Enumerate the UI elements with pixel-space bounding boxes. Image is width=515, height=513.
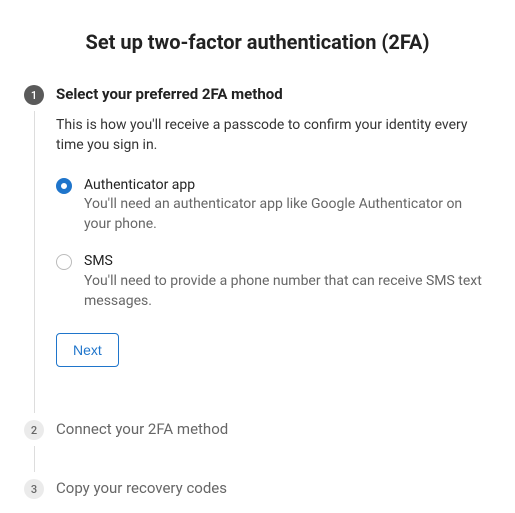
step-3-badge: 3 bbox=[24, 479, 44, 499]
step-1-header: 1 Select your preferred 2FA method bbox=[24, 84, 491, 105]
option-authenticator[interactable]: Authenticator app You'll need an authent… bbox=[56, 176, 491, 235]
step-1-body: This is how you'll receive a passcode to… bbox=[56, 115, 491, 381]
step-1-title: Select your preferred 2FA method bbox=[56, 84, 283, 105]
option-authenticator-label: Authenticator app bbox=[84, 176, 491, 196]
connector-2-3 bbox=[34, 446, 35, 472]
step-1-description: This is how you'll receive a passcode to… bbox=[56, 115, 491, 156]
step-2-badge: 2 bbox=[24, 420, 44, 440]
page-title: Set up two-factor authentication (2FA) bbox=[24, 30, 491, 54]
step-3-header: 3 Copy your recovery codes bbox=[24, 478, 491, 499]
step-2-header: 2 Connect your 2FA method bbox=[24, 419, 491, 440]
radio-sms[interactable] bbox=[56, 254, 72, 270]
radio-authenticator[interactable] bbox=[56, 178, 72, 194]
option-sms-sub: You'll need to provide a phone number th… bbox=[84, 272, 491, 311]
step-2-title: Connect your 2FA method bbox=[56, 419, 228, 440]
step-3-title: Copy your recovery codes bbox=[56, 478, 227, 499]
option-sms[interactable]: SMS You'll need to provide a phone numbe… bbox=[56, 252, 491, 311]
option-sms-label: SMS bbox=[84, 252, 491, 272]
option-authenticator-sub: You'll need an authenticator app like Go… bbox=[84, 195, 491, 234]
step-1-badge: 1 bbox=[24, 85, 44, 105]
next-button[interactable]: Next bbox=[56, 333, 119, 367]
